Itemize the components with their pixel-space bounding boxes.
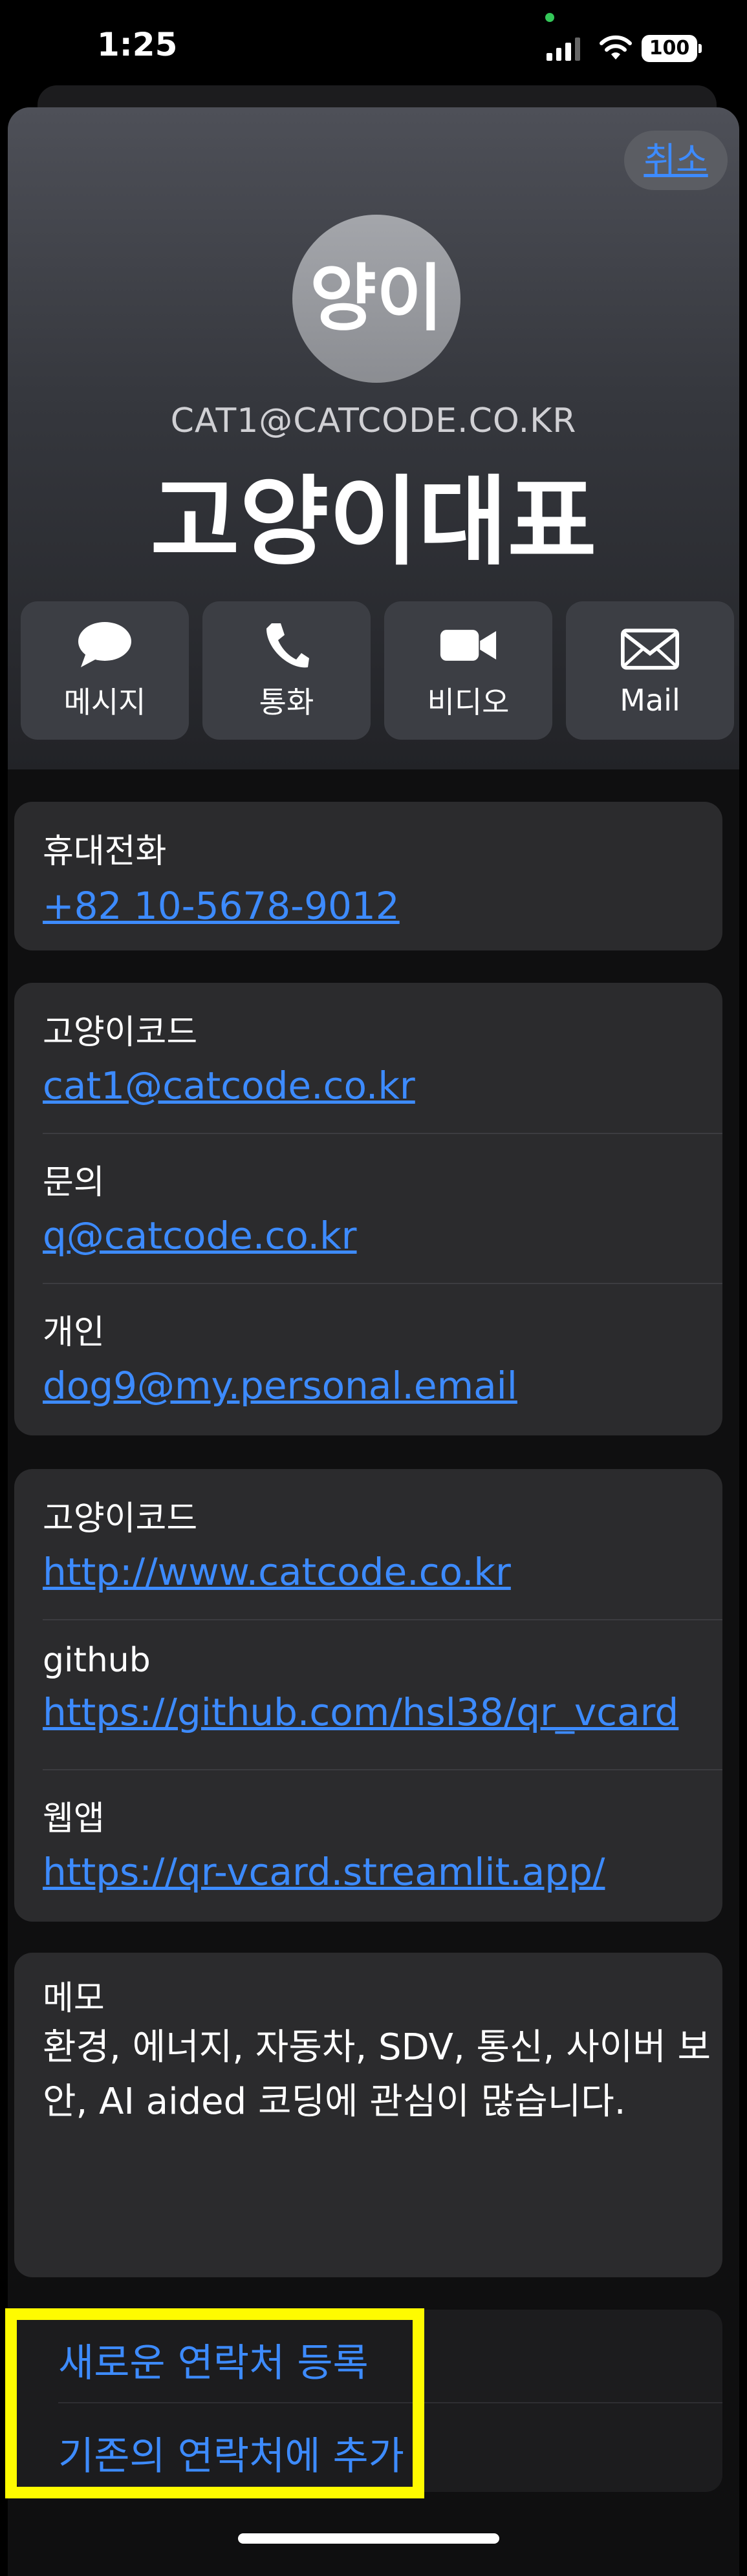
url-label: github — [43, 1641, 151, 1680]
url-row[interactable]: github https://github.com/hsl38/qr_vcard — [14, 1619, 722, 1769]
status-bar: 1:25 100 — [0, 0, 747, 97]
url-card: 고양이코드 http://www.catcode.co.kr github ht… — [14, 1469, 722, 1922]
email-card: 고양이코드 cat1@catcode.co.kr 문의 q@catcode.co… — [14, 983, 722, 1435]
cellular-signal-icon — [547, 38, 580, 61]
message-button[interactable]: 메시지 — [21, 601, 189, 740]
cancel-button[interactable]: 취소 — [624, 131, 728, 190]
url-link[interactable]: http://www.catcode.co.kr — [43, 1550, 722, 1594]
battery-icon: 100 — [642, 35, 702, 62]
wifi-icon — [600, 35, 632, 59]
email-label: 문의 — [43, 1163, 105, 1202]
memo-card: 메모 환경, 에너지, 자동차, SDV, 통신, 사이버 보안, AI aid… — [14, 1953, 722, 2277]
avatar: 양이 — [292, 215, 460, 383]
url-row[interactable]: 웹앱 https://qr-vcard.streamlit.app/ — [14, 1769, 722, 1922]
phone-label: 휴대전화 — [43, 832, 167, 871]
url-link[interactable]: https://qr-vcard.streamlit.app/ — [43, 1850, 722, 1894]
call-label: 통화 — [259, 685, 314, 720]
contact-subtitle: CAT1@CATCODE.CO.KR — [170, 402, 577, 440]
status-time: 1:25 — [97, 26, 178, 63]
mail-label: Mail — [620, 683, 680, 718]
video-button[interactable]: 비디오 — [384, 601, 552, 740]
home-indicator[interactable] — [238, 2533, 499, 2544]
email-row[interactable]: 개인 dog9@my.personal.email — [14, 1283, 722, 1435]
video-icon — [439, 619, 497, 671]
email-link[interactable]: cat1@catcode.co.kr — [43, 1064, 722, 1108]
message-icon — [76, 619, 134, 671]
message-label: 메시지 — [63, 685, 146, 720]
url-row[interactable]: 고양이코드 http://www.catcode.co.kr — [14, 1469, 722, 1619]
url-label: 고양이코드 — [43, 1499, 198, 1538]
url-link[interactable]: https://github.com/hsl38/qr_vcard — [43, 1690, 722, 1734]
email-row[interactable]: 고양이코드 cat1@catcode.co.kr — [14, 983, 722, 1133]
mail-button[interactable]: Mail — [566, 601, 734, 740]
video-label: 비디오 — [427, 685, 510, 720]
email-link[interactable]: q@catcode.co.kr — [43, 1214, 722, 1258]
url-label: 웹앱 — [43, 1799, 105, 1838]
email-label: 개인 — [43, 1313, 105, 1352]
camera-indicator-icon — [545, 13, 554, 22]
call-button[interactable]: 통화 — [202, 601, 371, 740]
email-label: 고양이코드 — [43, 1013, 198, 1052]
phone-row[interactable]: 휴대전화 +82 10-5678-9012 — [14, 802, 722, 950]
email-row[interactable]: 문의 q@catcode.co.kr — [14, 1133, 722, 1283]
phone-icon — [257, 619, 316, 671]
contact-header: 취소 양이 CAT1@CATCODE.CO.KR 고양이대표 메시지 통화 비디… — [8, 107, 739, 769]
memo-label: 메모 — [43, 1979, 105, 2018]
mail-icon — [621, 623, 679, 675]
phone-card: 휴대전화 +82 10-5678-9012 — [14, 802, 722, 950]
email-link[interactable]: dog9@my.personal.email — [43, 1364, 722, 1408]
quick-actions: 메시지 통화 비디오 Mail — [21, 601, 734, 740]
highlight-box — [5, 2308, 424, 2498]
phone-number-link[interactable]: +82 10-5678-9012 — [43, 884, 722, 928]
contact-name: 고양이대표 — [150, 466, 597, 579]
memo-text: 환경, 에너지, 자동차, SDV, 통신, 사이버 보안, AI aided … — [43, 2026, 711, 2123]
